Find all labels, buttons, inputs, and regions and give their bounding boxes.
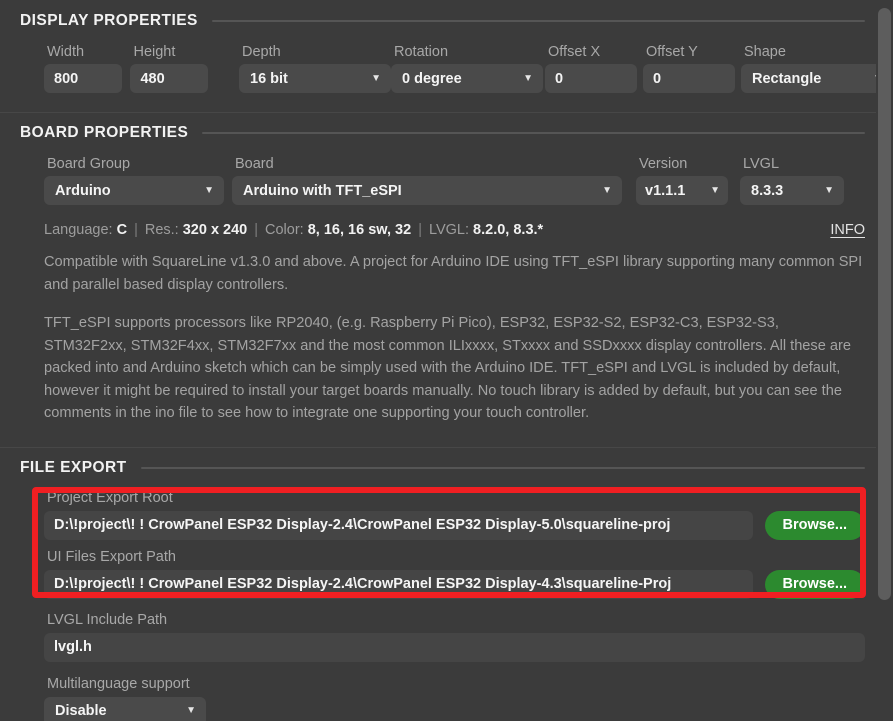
field-label-board: Board [235, 156, 274, 172]
board-group-select-value: Arduino [55, 182, 111, 199]
settings-panel: DISPLAY PROPERTIES Width 800 Height 480 … [0, 0, 893, 721]
chevron-down-icon: ▼ [602, 184, 612, 196]
field-shape: Shape Rectangle ▼ [741, 43, 893, 93]
field-rotation: Rotation 0 degree ▼ [391, 43, 543, 93]
shape-select-value: Rectangle [752, 70, 822, 87]
multilanguage-support-label: Multilanguage support [47, 675, 190, 692]
field-label-lvgl: LVGL [743, 156, 780, 172]
field-label-offset-y: Offset Y [646, 44, 698, 60]
rotation-select-value: 0 degree [402, 70, 462, 87]
info-lvgl-value: 8.2.0, 8.3.* [473, 222, 544, 238]
field-label-version: Version [639, 156, 688, 172]
ui-files-export-path-browse-button[interactable]: Browse... [764, 569, 865, 599]
board-properties-header: BOARD PROPERTIES [0, 124, 893, 142]
info-res-key: Res.: [144, 222, 179, 238]
field-label-shape: Shape [744, 44, 786, 60]
project-export-root-row: D:\!project\! ! CrowPanel ESP32 Display-… [44, 510, 865, 540]
field-board-group: Board Group Arduino ▼ [44, 155, 224, 205]
field-label-offset-x: Offset X [548, 44, 601, 60]
version-select[interactable]: v1.1.1 ▼ [636, 176, 728, 205]
lvgl-select[interactable]: 8.3.3 ▼ [740, 176, 844, 205]
field-depth: Depth 16 bit ▼ [239, 43, 391, 93]
info-lvgl-key: LVGL: [428, 222, 470, 238]
field-label-height: Height [133, 44, 176, 60]
multilanguage-support-field: Multilanguage support Disable ▼ [0, 675, 893, 721]
multilanguage-support-select[interactable]: Disable ▼ [44, 696, 206, 721]
chevron-down-icon: ▼ [371, 72, 381, 84]
field-label-board-group: Board Group [47, 156, 131, 172]
display-properties-header: DISPLAY PROPERTIES [0, 12, 893, 30]
height-input[interactable]: 480 [130, 64, 209, 93]
field-label-depth: Depth [242, 44, 281, 60]
header-divider [202, 132, 865, 134]
info-separator: | [418, 222, 422, 238]
header-divider [211, 20, 865, 22]
board-select-value: Arduino with TFT_eSPI [243, 182, 402, 199]
info-link[interactable]: INFO [830, 222, 865, 238]
vertical-scrollbar-thumb[interactable] [878, 8, 891, 600]
lvgl-include-path-input[interactable]: lvgl.h [44, 632, 865, 662]
field-version: Version v1.1.1 ▼ [636, 155, 728, 205]
field-label-rotation: Rotation [394, 44, 449, 60]
info-separator: | [134, 222, 138, 238]
lvgl-select-value: 8.3.3 [751, 182, 784, 199]
board-properties-title: BOARD PROPERTIES [20, 124, 189, 141]
file-export-header: FILE EXPORT [0, 459, 893, 477]
project-export-root-label: Project Export Root [47, 489, 173, 506]
info-language-value: C [116, 222, 128, 238]
rotation-select[interactable]: 0 degree ▼ [391, 64, 543, 93]
header-divider [140, 466, 865, 469]
chevron-down-icon: ▼ [710, 184, 720, 196]
field-width: Width 800 [44, 43, 130, 93]
display-properties-fields: Width 800 Height 480 Depth 16 bit ▼ Rota… [0, 43, 893, 93]
field-offset-y: Offset Y 0 [643, 43, 735, 93]
board-info-line: Language: C | Res.: 320 x 240 | Color: 8… [0, 222, 893, 238]
chevron-down-icon: ▼ [204, 184, 214, 196]
project-export-root-browse-button[interactable]: Browse... [764, 510, 865, 540]
display-properties-title: DISPLAY PROPERTIES [20, 12, 198, 29]
info-color-value: 8, 16, 16 sw, 32 [307, 222, 412, 238]
depth-select-value: 16 bit [250, 70, 288, 87]
file-export-title: FILE EXPORT [20, 458, 127, 476]
section-separator [0, 112, 893, 113]
ui-files-export-path-field: UI Files Export Path D:\!project\! ! Cro… [0, 548, 893, 599]
ui-files-export-path-row: D:\!project\! ! CrowPanel ESP32 Display-… [44, 569, 865, 599]
board-select[interactable]: Arduino with TFT_eSPI ▼ [232, 176, 622, 205]
info-language-key: Language: [44, 222, 113, 238]
info-color-key: Color: [265, 222, 304, 238]
field-height: Height 480 [130, 43, 239, 93]
chevron-down-icon: ▼ [824, 184, 834, 196]
info-res-value: 320 x 240 [182, 222, 248, 238]
width-input[interactable]: 800 [44, 64, 122, 93]
section-separator [0, 446, 893, 448]
project-export-root-input[interactable]: D:\!project\! ! CrowPanel ESP32 Display-… [44, 510, 753, 540]
lvgl-include-path-row: lvgl.h [44, 632, 865, 662]
offset-x-input[interactable]: 0 [545, 64, 637, 93]
board-properties-fields: Board Group Arduino ▼ Board Arduino with… [0, 155, 893, 205]
board-description-2: TFT_eSPI supports processors like RP2040… [44, 315, 851, 421]
ui-files-export-path-input[interactable]: D:\!project\! ! CrowPanel ESP32 Display-… [44, 569, 753, 599]
field-offset-x: Offset X 0 [545, 43, 637, 93]
depth-select[interactable]: 16 bit ▼ [239, 64, 391, 93]
field-board: Board Arduino with TFT_eSPI ▼ [232, 155, 622, 205]
shape-select[interactable]: Rectangle ▼ [741, 64, 893, 93]
field-lvgl: LVGL 8.3.3 ▼ [740, 155, 844, 205]
version-select-value: v1.1.1 [645, 182, 686, 199]
lvgl-include-path-label: LVGL Include Path [47, 611, 168, 628]
lvgl-include-path-field: LVGL Include Path lvgl.h [0, 611, 893, 662]
info-separator: | [254, 222, 259, 238]
vertical-scrollbar-track[interactable] [876, 0, 893, 721]
ui-files-export-path-label: UI Files Export Path [47, 548, 176, 565]
offset-y-input[interactable]: 0 [643, 64, 735, 93]
board-description-1: Compatible with SquareLine v1.3.0 and ab… [44, 254, 863, 293]
project-export-root-field: Project Export Root D:\!project\! ! Crow… [0, 489, 893, 540]
board-group-select[interactable]: Arduino ▼ [44, 176, 224, 205]
chevron-down-icon: ▼ [186, 705, 196, 716]
multilanguage-support-value: Disable [55, 703, 107, 719]
chevron-down-icon: ▼ [523, 72, 533, 84]
field-label-width: Width [47, 44, 85, 60]
